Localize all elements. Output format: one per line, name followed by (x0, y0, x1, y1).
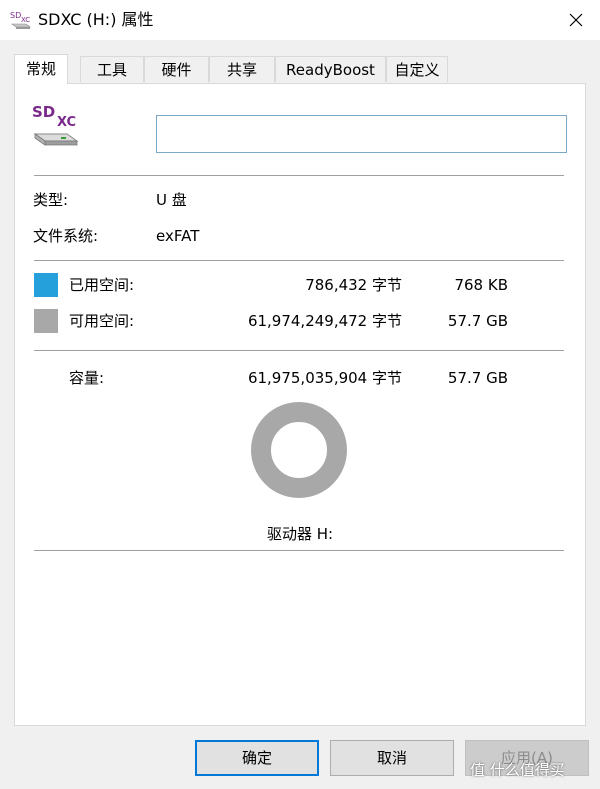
free-space-label: 可用空间: (69, 312, 135, 330)
close-button[interactable] (558, 4, 594, 36)
svg-text:SD: SD (32, 103, 55, 121)
usage-donut-chart (251, 402, 347, 498)
used-space-bytes: 786,432 字节 (305, 276, 402, 294)
window-title: SDXC (H:) 属性 (38, 10, 154, 29)
free-space-size: 57.7 GB (447, 312, 508, 330)
free-space-swatch (34, 309, 58, 333)
general-tab-page: SD XC 类型: U 盘 文件系统: exFAT 已用空间: 786,432 … (14, 83, 586, 726)
free-space-bytes: 61,974,249,472 字节 (247, 312, 402, 330)
svg-text:XC: XC (21, 16, 30, 24)
tab-hardware[interactable]: 硬件 (144, 56, 209, 82)
used-space-label: 已用空间: (69, 276, 135, 294)
properties-window: SD XC SDXC (H:) 属性 常规 工具 硬件 共享 ReadyBoos… (0, 0, 600, 789)
title-bar: SD XC SDXC (H:) 属性 (0, 0, 600, 40)
used-space-size: 768 KB (454, 276, 508, 294)
cancel-button[interactable]: 取消 (330, 740, 454, 776)
filesystem-value: exFAT (156, 227, 200, 245)
separator (34, 550, 564, 551)
separator (34, 350, 564, 351)
separator (34, 260, 564, 261)
tab-customize[interactable]: 自定义 (386, 56, 448, 82)
capacity-label: 容量: (69, 369, 105, 387)
tab-readyboost[interactable]: ReadyBoost (275, 56, 386, 82)
tab-tools[interactable]: 工具 (80, 56, 144, 82)
svg-text:SD: SD (10, 11, 21, 20)
sdxc-drive-icon: SD XC (32, 103, 79, 146)
type-value: U 盘 (156, 191, 187, 209)
close-icon (569, 13, 583, 27)
svg-text:XC: XC (57, 115, 76, 130)
used-space-swatch (34, 273, 58, 297)
tab-general[interactable]: 常规 (14, 54, 68, 84)
sd-card-icon: SD XC (10, 11, 31, 29)
drive-name-input[interactable] (156, 115, 567, 153)
drive-letter-label: 驱动器 H: (266, 525, 334, 543)
free-space-ring (251, 402, 347, 498)
filesystem-label: 文件系统: (33, 227, 99, 245)
tab-sharing[interactable]: 共享 (209, 56, 275, 82)
watermark: 值 什么值得买 (470, 760, 565, 779)
separator (34, 175, 564, 176)
capacity-size: 57.7 GB (447, 369, 508, 387)
ok-button[interactable]: 确定 (195, 740, 319, 776)
capacity-bytes: 61,975,035,904 字节 (247, 369, 402, 387)
type-label: 类型: (33, 191, 69, 209)
